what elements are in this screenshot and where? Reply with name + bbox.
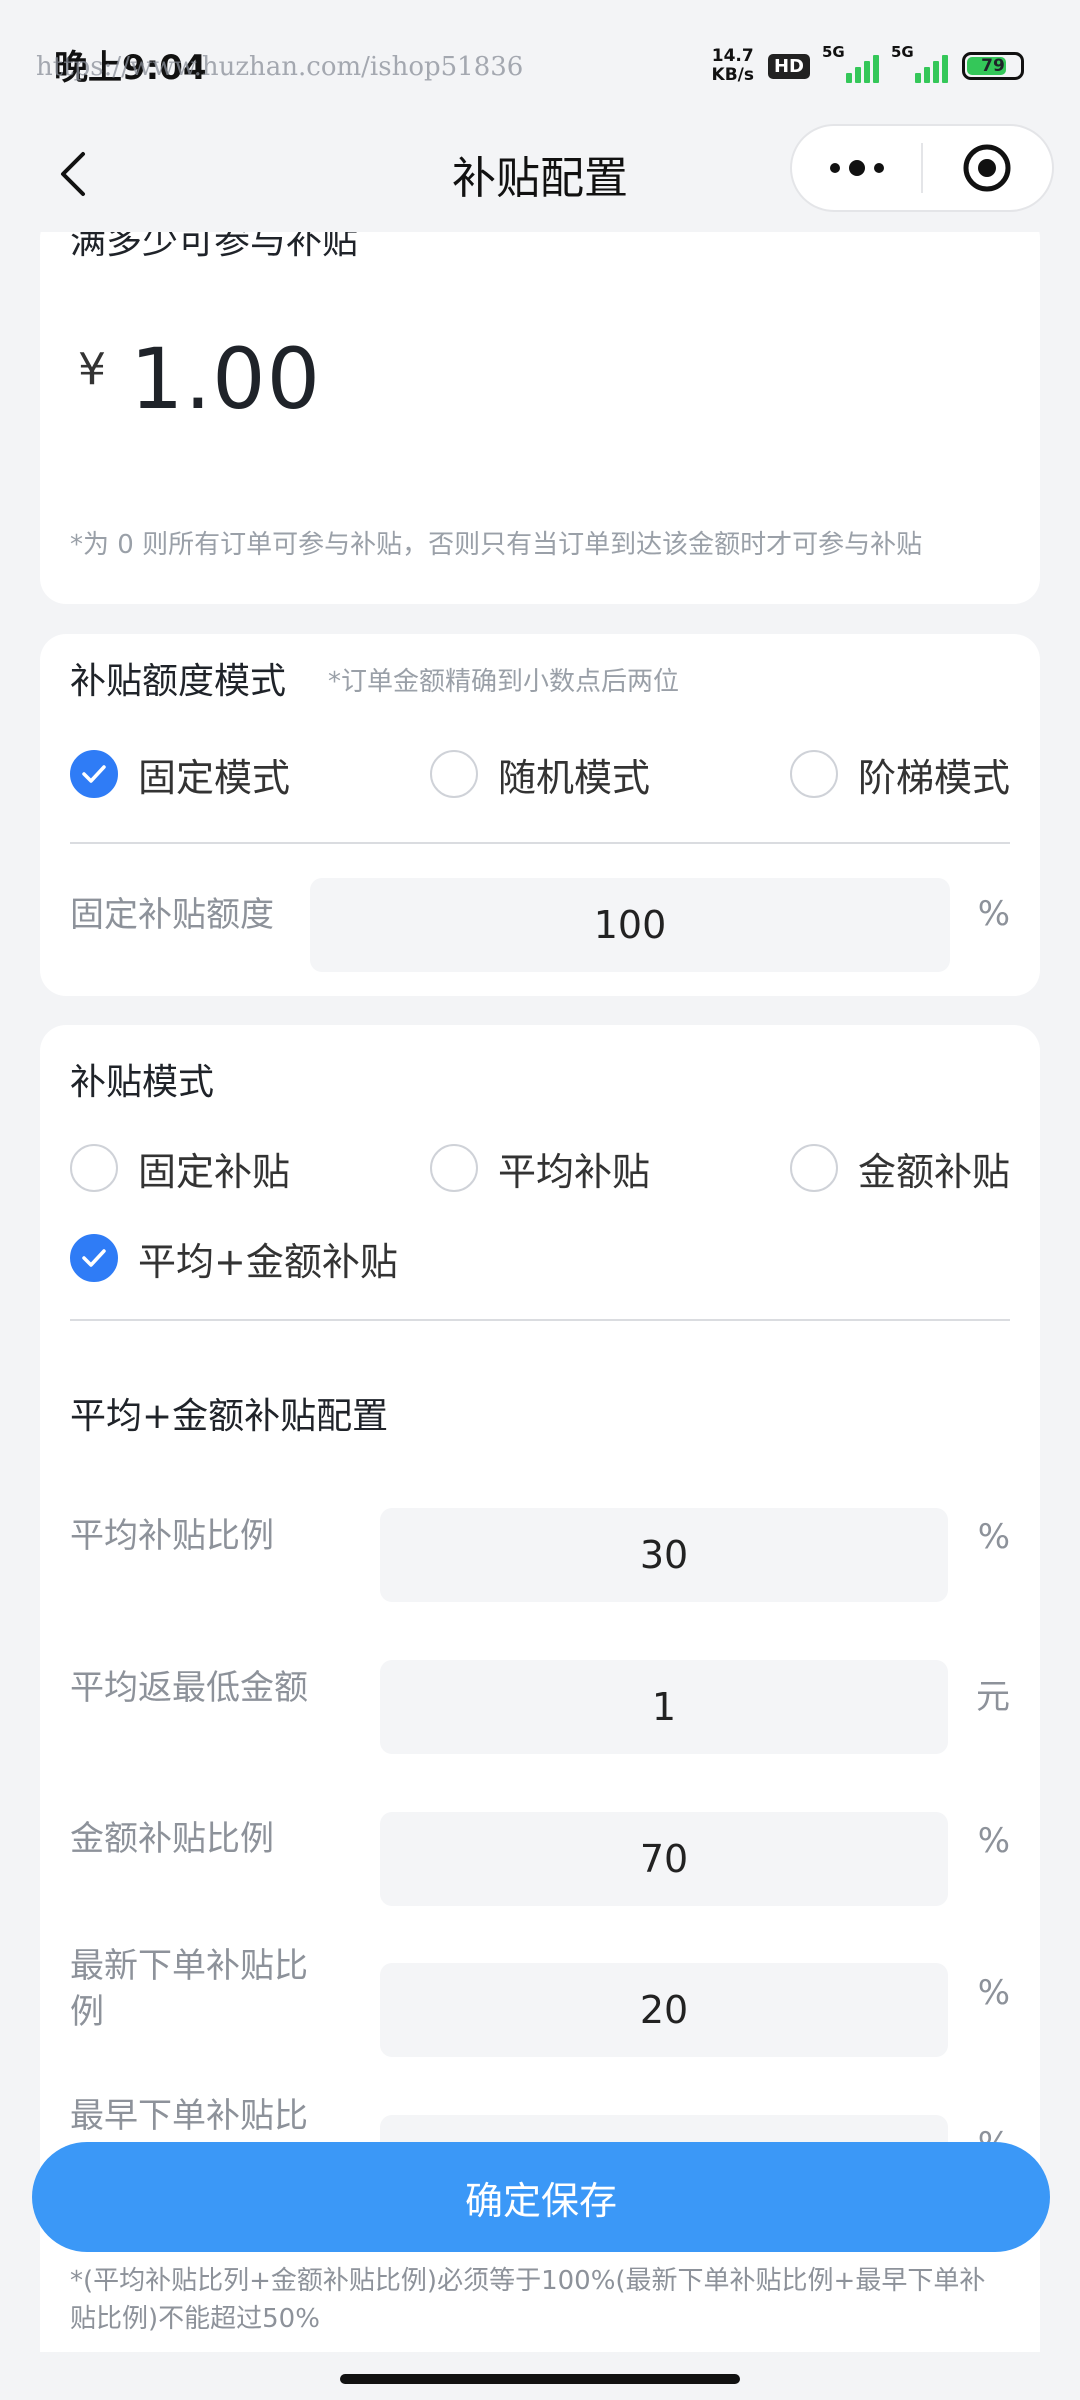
radio-ladder-mode[interactable]: 阶梯模式 xyxy=(789,744,1010,804)
unchecked-icon xyxy=(789,750,838,798)
battery-icon: 79 xyxy=(962,52,1024,80)
status-icons: 14.7 KB/s HD 5G 5G 79 xyxy=(711,43,1024,88)
amount-mode-card: 补贴额度模式 *订单金额精确到小数点后两位 固定模式 随机模式 阶梯模式 固定补… xyxy=(40,634,1040,996)
signal-icon: 5G xyxy=(822,43,879,83)
subsidy-mode-title: 补贴模式 xyxy=(70,1062,215,1103)
target-circle-icon xyxy=(963,144,1011,192)
newest-order-ratio-unit: % xyxy=(977,1973,1010,2013)
newest-order-ratio-input[interactable]: 20 xyxy=(380,1963,948,2057)
threshold-card: 满多少可参与补贴 ¥ 1.00 *为 0 则所有订单可参与补贴，否则只有当订单到… xyxy=(40,232,1040,604)
radio-random-mode[interactable]: 随机模式 xyxy=(429,744,650,804)
mini-program-capsule xyxy=(790,124,1054,212)
checked-icon xyxy=(70,1234,118,1282)
fixed-amount-unit: % xyxy=(977,894,1010,934)
average-min-amount-input[interactable]: 1 xyxy=(380,1660,948,1754)
threshold-amount-input[interactable]: 1.00 xyxy=(130,330,321,428)
radio-amount-subsidy[interactable]: 金额补贴 xyxy=(789,1138,1010,1198)
divider xyxy=(70,1319,1010,1321)
unchecked-icon xyxy=(70,1144,118,1192)
nav-bar: 补贴配置 xyxy=(0,120,1080,230)
radio-average-amount-subsidy[interactable]: 平均+金额补贴 xyxy=(70,1228,398,1288)
watermark: https://www.huzhan.com/ishop51836 xyxy=(36,52,524,82)
threshold-title: 满多少可参与补贴 xyxy=(70,232,359,262)
threshold-hint: *为 0 则所有订单可参与补贴，否则只有当订单到达该金额时才可参与补贴 xyxy=(70,530,923,560)
checked-icon xyxy=(70,750,118,798)
unchecked-icon xyxy=(789,1144,838,1192)
unchecked-icon xyxy=(429,750,478,798)
amount-mode-options: 固定模式 随机模式 阶梯模式 xyxy=(70,744,1010,804)
network-speed: 14.7 KB/s xyxy=(711,46,754,85)
scroll-content[interactable]: 满多少可参与补贴 ¥ 1.00 *为 0 则所有订单可参与补贴，否则只有当订单到… xyxy=(40,232,1040,2352)
average-min-amount-label: 平均返最低金额 xyxy=(70,1668,308,1708)
more-dots-icon xyxy=(829,160,884,176)
average-ratio-input[interactable]: 30 xyxy=(380,1508,948,1602)
radio-fixed-mode[interactable]: 固定模式 xyxy=(70,744,290,804)
unchecked-icon xyxy=(429,1144,478,1192)
radio-fixed-subsidy[interactable]: 固定补贴 xyxy=(70,1138,290,1198)
currency-symbol: ¥ xyxy=(78,344,106,395)
average-ratio-unit: % xyxy=(977,1517,1010,1557)
subsidy-mode-options-row1: 固定补贴 平均补贴 金额补贴 xyxy=(70,1138,1010,1198)
close-button[interactable] xyxy=(923,126,1052,210)
more-button[interactable] xyxy=(792,126,921,210)
amount-ratio-label: 金额补贴比例 xyxy=(70,1819,274,1859)
subsidy-mode-options-row2: 平均+金额补贴 xyxy=(70,1228,1010,1288)
average-ratio-label: 平均补贴比例 xyxy=(70,1516,274,1556)
amount-ratio-input[interactable]: 70 xyxy=(380,1812,948,1906)
amount-ratio-unit: % xyxy=(977,1821,1010,1861)
average-min-amount-unit: 元 xyxy=(976,1677,1010,1717)
config-title: 平均+金额补贴配置 xyxy=(70,1396,389,1437)
home-indicator[interactable] xyxy=(340,2374,740,2384)
earliest-order-ratio-label: 最早下单补贴比 xyxy=(70,2096,308,2136)
fixed-amount-input[interactable]: 100 xyxy=(310,878,950,972)
status-bar: 晚上9:04 https://www.huzhan.com/ishop51836… xyxy=(0,0,1080,130)
radio-average-subsidy[interactable]: 平均补贴 xyxy=(429,1138,650,1198)
rule-note: *(平均补贴比列+金额补贴比例)必须等于100%(最新下单补贴比例+最早下单补贴… xyxy=(70,2266,986,2334)
amount-mode-hint: *订单金额精确到小数点后两位 xyxy=(328,667,680,697)
newest-order-ratio-label: 最新下单补贴比例 xyxy=(70,1946,308,2032)
save-button[interactable]: 确定保存 xyxy=(32,2142,1050,2252)
divider xyxy=(70,842,1010,844)
signal-icon-2: 5G xyxy=(891,43,948,83)
hd-icon: HD xyxy=(767,53,810,79)
amount-mode-title: 补贴额度模式 xyxy=(70,661,287,702)
fixed-amount-label: 固定补贴额度 xyxy=(70,895,274,935)
